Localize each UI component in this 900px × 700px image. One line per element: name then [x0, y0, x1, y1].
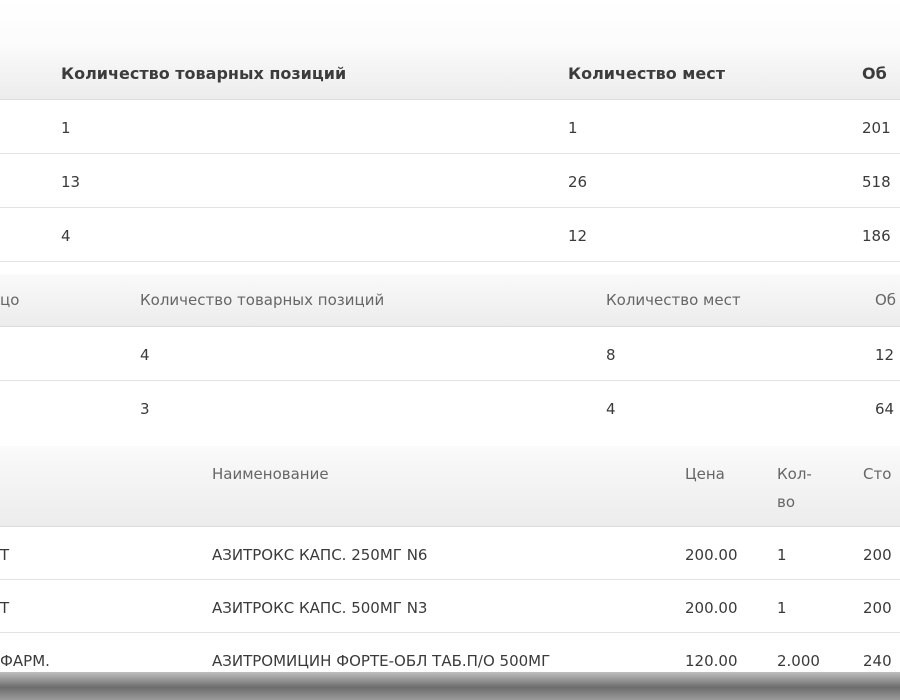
table-row: 13 26 518	[0, 154, 900, 208]
cell-cost: 240	[863, 652, 892, 670]
cell-cost: 200	[863, 599, 892, 617]
header-party: цо	[0, 291, 20, 309]
header-name: Наименование	[212, 465, 329, 483]
cell-supplier: Т	[0, 599, 10, 617]
header-total: Об	[862, 64, 887, 83]
cell-supplier: ФАРМ.	[0, 652, 50, 670]
header-item-count: Количество товарных позиций	[61, 64, 347, 83]
table-row: 1 1 201	[0, 100, 900, 154]
header-places-count: Количество мест	[568, 64, 725, 83]
cell-places-count: 4	[606, 400, 616, 418]
cell-places-count: 8	[606, 346, 616, 364]
table-row: 3 4 64	[0, 381, 900, 433]
cell-item-count: 3	[140, 400, 150, 418]
cell-places-count: 1	[568, 119, 578, 137]
cell-item-count: 13	[61, 173, 81, 191]
table-row: 4 8 12	[0, 327, 900, 381]
cell-name: АЗИТРОКС КАПС. 500МГ N3	[212, 599, 428, 617]
items-table: Наименование Цена Кол- во Сто Т АЗИТРОКС…	[0, 446, 900, 672]
cell-name: АЗИТРОКС КАПС. 250МГ N6	[212, 546, 428, 564]
cell-total: 64	[875, 400, 895, 418]
top-area	[0, 0, 900, 48]
cell-places-count: 12	[568, 227, 588, 245]
cell-item-count: 4	[61, 227, 71, 245]
table-header: Наименование Цена Кол- во Сто	[0, 446, 900, 527]
table-row: Т АЗИТРОКС КАПС. 500МГ N3 200.00 1 200	[0, 580, 900, 633]
summary-table-2: цо Количество товарных позиций Количеств…	[0, 274, 900, 433]
table-row: ФАРМ. АЗИТРОМИЦИН ФОРТЕ-ОБЛ ТАБ.П/О 500М…	[0, 633, 900, 672]
header-qty-line1: Кол-	[777, 465, 812, 483]
cell-qty: 1	[777, 599, 787, 617]
header-price: Цена	[685, 465, 725, 483]
cell-qty: 2.000	[777, 652, 820, 670]
header-places-count: Количество мест	[606, 291, 741, 309]
cell-cost: 200	[863, 546, 892, 564]
header-cost: Сто	[863, 465, 892, 483]
cell-price: 200.00	[685, 599, 738, 617]
cell-supplier: Т	[0, 546, 10, 564]
cell-total: 12	[875, 346, 895, 364]
table-header: цо Количество товарных позиций Количеств…	[0, 274, 900, 327]
header-total: Об	[875, 291, 897, 309]
cell-total: 518	[862, 173, 891, 191]
cell-total: 186	[862, 227, 891, 245]
cell-price: 200.00	[685, 546, 738, 564]
report-page: Количество товарных позиций Количество м…	[0, 0, 900, 700]
bottom-shadow	[0, 672, 900, 700]
cell-name: АЗИТРОМИЦИН ФОРТЕ-ОБЛ ТАБ.П/О 500МГ	[212, 652, 551, 670]
header-qty-line2: во	[777, 493, 796, 511]
cell-places-count: 26	[568, 173, 588, 191]
table-row: 4 12 186	[0, 208, 900, 262]
summary-table-1: Количество товарных позиций Количество м…	[0, 48, 900, 262]
cell-price: 120.00	[685, 652, 738, 670]
cell-item-count: 1	[61, 119, 71, 137]
cell-qty: 1	[777, 546, 787, 564]
table-header: Количество товарных позиций Количество м…	[0, 48, 900, 100]
table-row: Т АЗИТРОКС КАПС. 250МГ N6 200.00 1 200	[0, 527, 900, 580]
cell-item-count: 4	[140, 346, 150, 364]
header-item-count: Количество товарных позиций	[140, 291, 385, 309]
cell-total: 201	[862, 119, 891, 137]
